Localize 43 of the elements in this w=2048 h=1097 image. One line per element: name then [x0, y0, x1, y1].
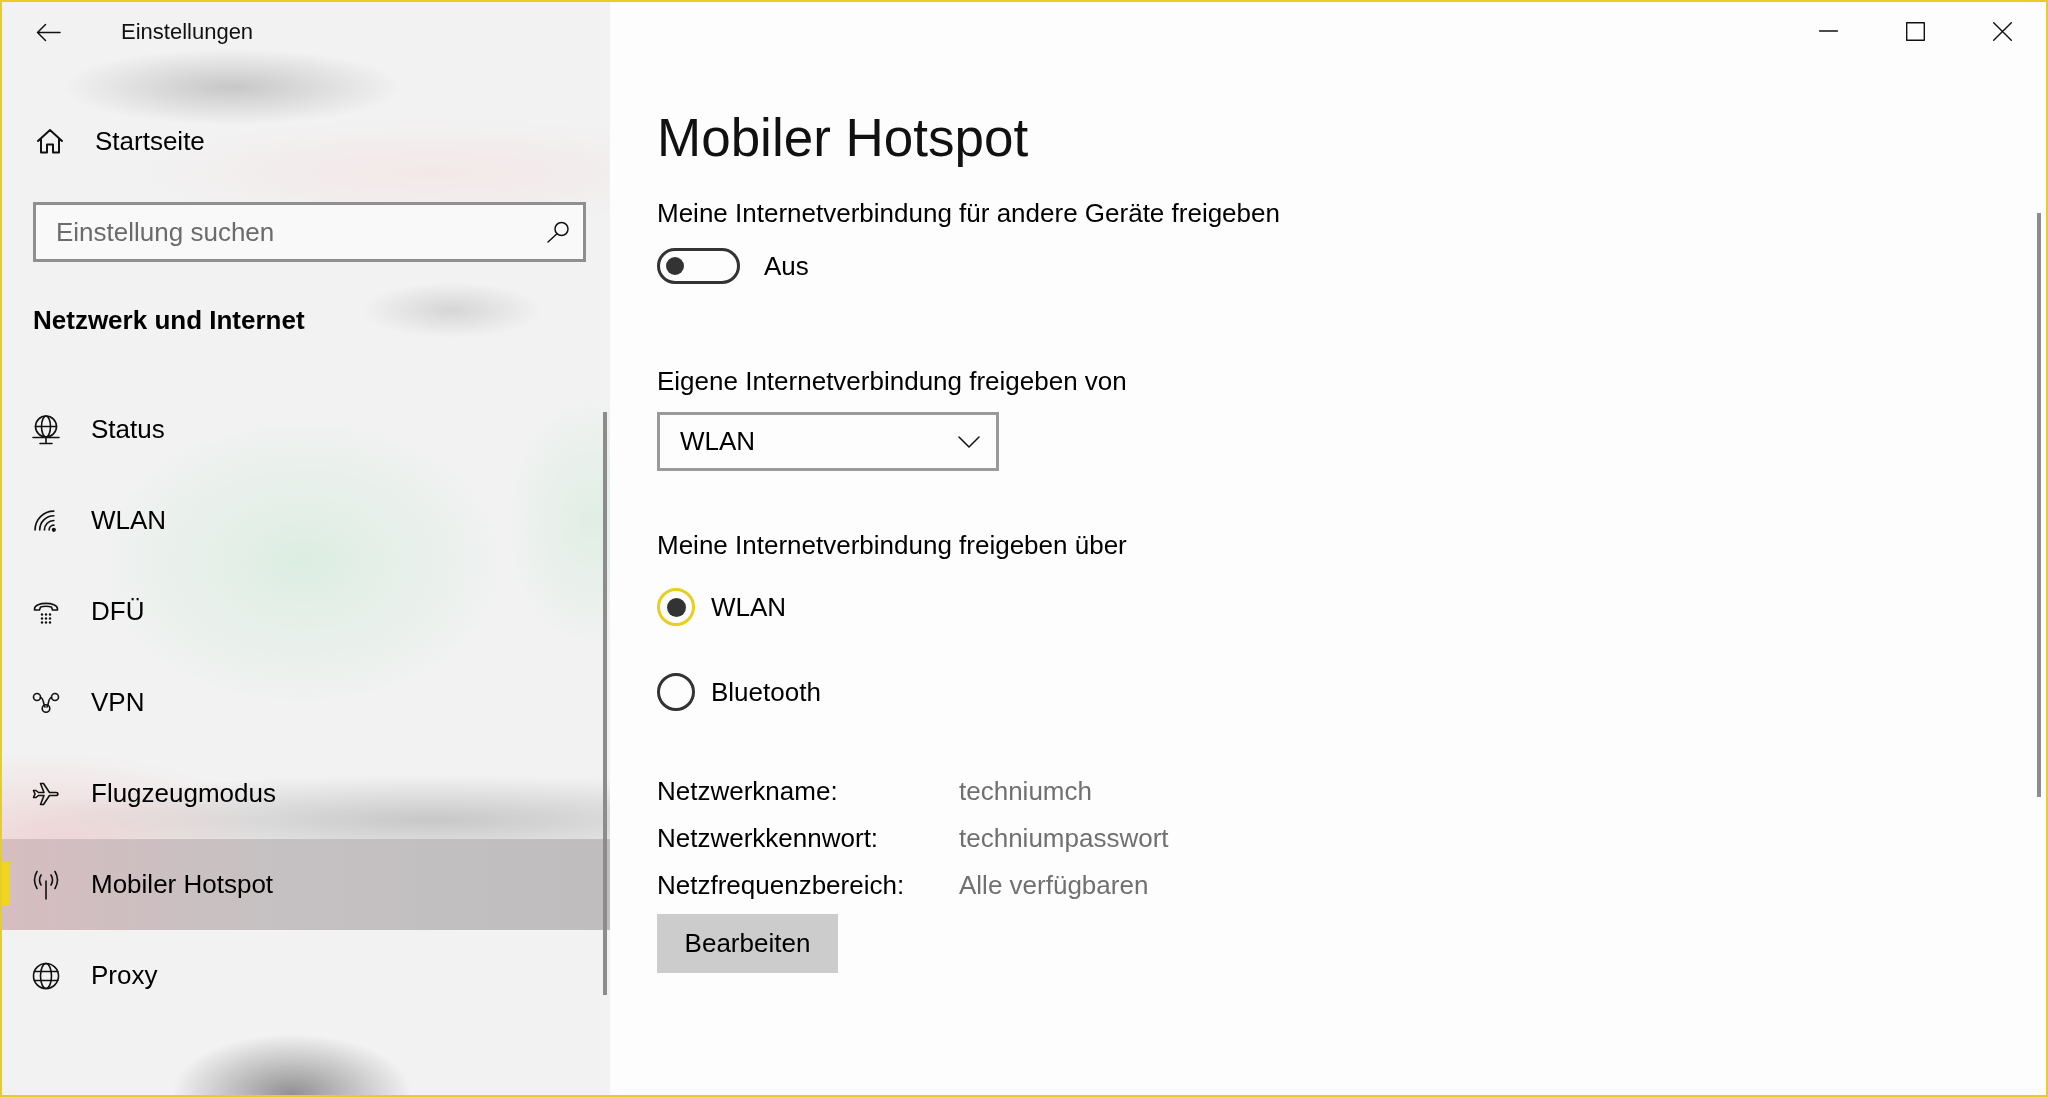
- back-arrow-icon: [35, 22, 61, 42]
- wifi-icon: [34, 508, 58, 533]
- globe-icon: [32, 961, 60, 990]
- radio-label: WLAN: [711, 591, 787, 623]
- page-title: Mobiler Hotspot: [657, 107, 1029, 169]
- nav-item[interactable]: VPN: [2, 657, 610, 748]
- maximize-icon: [1906, 21, 1925, 41]
- property-value: Alle verfügbaren: [959, 868, 1150, 901]
- property-value: techniumch: [959, 774, 1093, 807]
- globe-monitor-icon: [32, 414, 60, 445]
- dropdown[interactable]: WLAN: [657, 412, 999, 471]
- search-field[interactable]: Einstellung suchen: [33, 202, 586, 262]
- linked-circles-icon: [32, 691, 60, 714]
- antenna-icon: [32, 869, 60, 900]
- nav-item[interactable]: Mobiler Hotspot: [2, 839, 610, 930]
- airplane-icon: [32, 781, 60, 806]
- setting-label: Eigene Internetverbindung freigeben von: [657, 365, 1127, 397]
- toggle-switch[interactable]: [657, 248, 740, 284]
- scrollbar-thumb[interactable]: [2037, 213, 2041, 797]
- setting-label: Meine Internetverbindung freigeben über: [657, 529, 1127, 561]
- property-label: Netzwerkname:: [657, 774, 839, 807]
- close-icon: [1993, 21, 2012, 41]
- minimize-icon: [1819, 30, 1838, 32]
- nav-item[interactable]: Flugzeugmodus: [2, 748, 610, 839]
- edit-button[interactable]: Bearbeiten: [657, 914, 838, 973]
- section-heading: Netzwerk und Internet: [33, 304, 305, 336]
- nav-item[interactable]: Status: [2, 384, 610, 475]
- setting-label: Meine Internetverbindung für andere Geräte freigeben: [657, 197, 1280, 229]
- chevron-down-icon: [958, 435, 980, 448]
- nav-item[interactable]: WLAN: [2, 475, 610, 566]
- scrollbar-thumb[interactable]: [603, 412, 607, 995]
- property-label: Netzwerkkennwort:: [657, 821, 880, 854]
- home-icon: [36, 128, 64, 154]
- toggle-state-label: Aus: [764, 250, 809, 282]
- property-label: Netzfrequenzbereich:: [657, 868, 906, 901]
- radio-button[interactable]: [657, 673, 695, 711]
- nav-item[interactable]: DFÜ: [2, 566, 610, 657]
- search-icon: [546, 221, 570, 243]
- home-nav-item[interactable]: Startseite: [2, 110, 610, 172]
- property-value: techniumpasswort: [959, 821, 1169, 854]
- window-title: Einstellungen: [121, 18, 254, 46]
- radio-label: Bluetooth: [711, 676, 821, 708]
- nav-item[interactable]: Proxy: [2, 930, 610, 1021]
